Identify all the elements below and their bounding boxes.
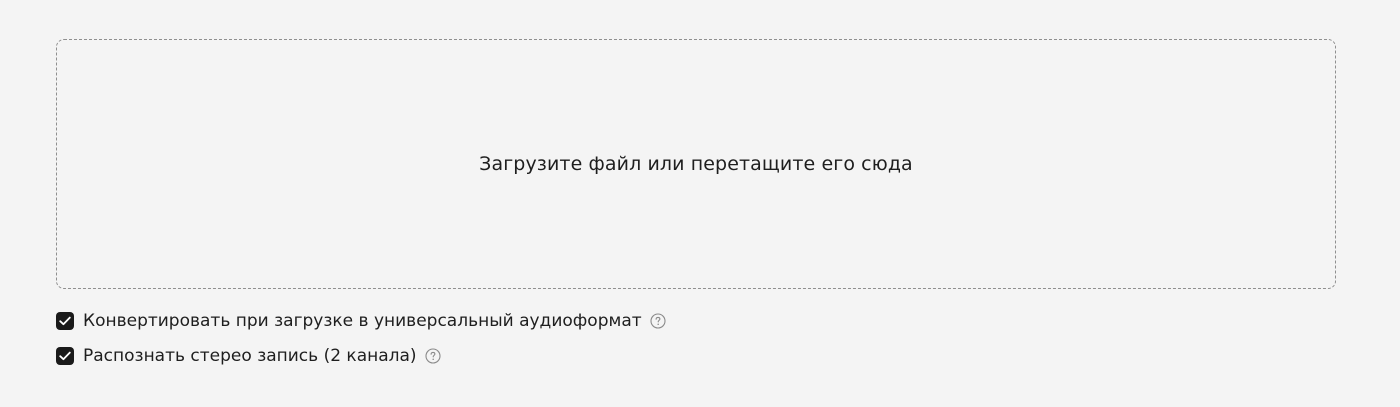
stereo-recognition-label[interactable]: Распознать стерео запись (2 канала) [83,346,417,366]
checkmark-icon [59,351,71,361]
help-circle-icon[interactable] [425,348,441,364]
convert-audio-option[interactable]: Конвертировать при загрузке в универсаль… [56,310,666,332]
help-circle-icon[interactable] [650,313,666,329]
file-dropzone[interactable]: Загрузите файл или перетащите его сюда [56,39,1336,289]
dropzone-prompt: Загрузите файл или перетащите его сюда [479,153,913,175]
convert-audio-label[interactable]: Конвертировать при загрузке в универсаль… [83,311,642,331]
checkmark-icon [59,316,71,326]
stereo-recognition-option[interactable]: Распознать стерео запись (2 канала) [56,345,441,367]
stereo-recognition-checkbox[interactable] [56,347,74,365]
convert-audio-checkbox[interactable] [56,312,74,330]
